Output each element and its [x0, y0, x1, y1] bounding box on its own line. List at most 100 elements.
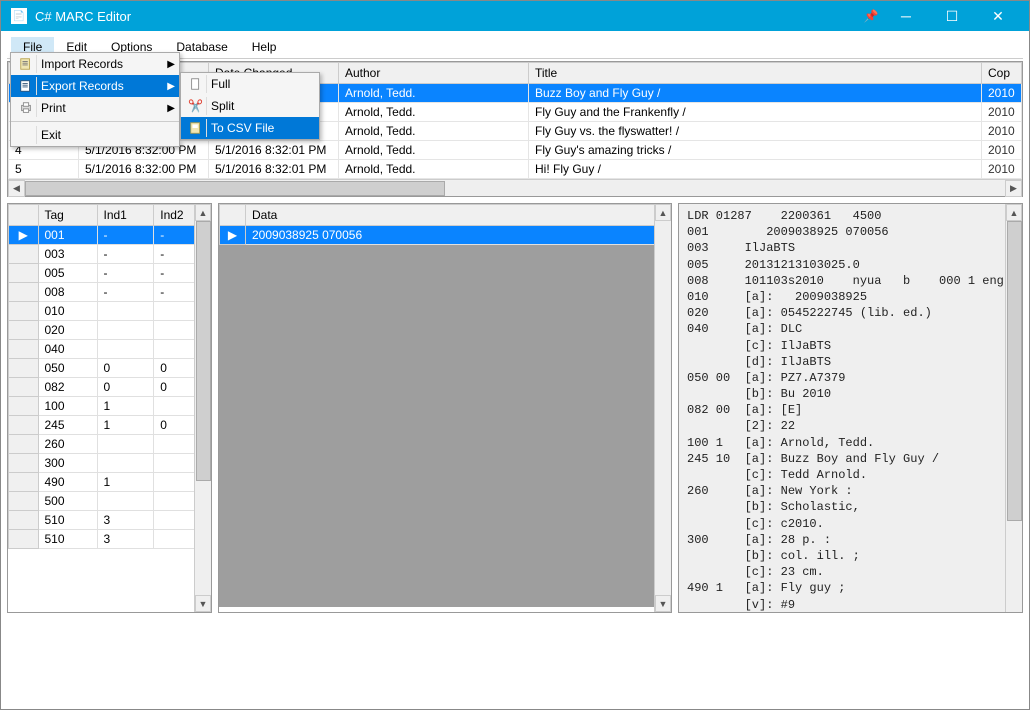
table-cell[interactable]: 005	[38, 264, 97, 283]
scroll-left-icon[interactable]: ◀	[8, 180, 25, 197]
table-cell[interactable]: Fly Guy vs. the flyswatter! /	[529, 122, 982, 141]
table-cell[interactable]: 1	[97, 397, 154, 416]
col-tag[interactable]: Tag	[38, 205, 97, 226]
table-cell[interactable]: 003	[38, 245, 97, 264]
table-cell[interactable]: 040	[38, 340, 97, 359]
table-cell[interactable]: 082	[38, 378, 97, 397]
table-cell[interactable]: -	[97, 226, 154, 245]
data-row[interactable]: ▶ 2009038925 070056	[220, 226, 671, 245]
table-row[interactable]: 010	[9, 302, 211, 321]
table-cell[interactable]: 2010	[982, 160, 1022, 179]
table-cell[interactable]: 1	[97, 473, 154, 492]
table-row[interactable]: ▶001--	[9, 226, 211, 245]
table-cell[interactable]	[97, 435, 154, 454]
scroll-track[interactable]	[25, 181, 1005, 196]
table-cell[interactable]: 010	[38, 302, 97, 321]
table-cell[interactable]: 0	[97, 378, 154, 397]
menu-import-records[interactable]: Import Records ▶	[11, 53, 179, 75]
scroll-down-icon[interactable]: ▼	[195, 595, 211, 612]
table-cell[interactable]: Arnold, Tedd.	[339, 160, 529, 179]
table-cell[interactable]: 300	[38, 454, 97, 473]
col-data[interactable]: Data	[246, 205, 671, 226]
table-cell[interactable]: Hi! Fly Guy /	[529, 160, 982, 179]
tags-table[interactable]: Tag Ind1 Ind2 ▶001--003--005--008--01002…	[8, 204, 211, 549]
table-cell[interactable]: Fly Guy and the Frankenfly /	[529, 103, 982, 122]
table-cell[interactable]: Arnold, Tedd.	[339, 141, 529, 160]
scroll-up-icon[interactable]: ▲	[655, 204, 671, 221]
table-cell[interactable]: -	[97, 264, 154, 283]
table-cell[interactable]: 1	[97, 416, 154, 435]
table-row[interactable]: 040	[9, 340, 211, 359]
table-row[interactable]: 005--	[9, 264, 211, 283]
table-cell[interactable]: 3	[97, 530, 154, 549]
table-cell[interactable]: Arnold, Tedd.	[339, 103, 529, 122]
table-cell[interactable]: 2010	[982, 141, 1022, 160]
table-cell[interactable]: 2010	[982, 122, 1022, 141]
table-cell[interactable]: Arnold, Tedd.	[339, 84, 529, 103]
table-row[interactable]: 008--	[9, 283, 211, 302]
data-table[interactable]: Data ▶ 2009038925 070056	[219, 204, 671, 245]
table-cell[interactable]	[97, 340, 154, 359]
table-row[interactable]: 08200	[9, 378, 211, 397]
close-button[interactable]: ✕	[975, 1, 1021, 31]
table-cell[interactable]: 5	[9, 160, 79, 179]
table-cell[interactable]: -	[97, 283, 154, 302]
table-cell[interactable]: 260	[38, 435, 97, 454]
marc-vscroll[interactable]: ▲ ▼	[1005, 204, 1022, 612]
table-row[interactable]: 003--	[9, 245, 211, 264]
scroll-right-icon[interactable]: ▶	[1005, 180, 1022, 197]
table-cell[interactable]: 2010	[982, 84, 1022, 103]
export-to-csv[interactable]: To CSV File	[181, 117, 319, 139]
table-cell[interactable]: Buzz Boy and Fly Guy /	[529, 84, 982, 103]
table-row[interactable]: 5103	[9, 530, 211, 549]
table-cell[interactable]: Arnold, Tedd.	[339, 122, 529, 141]
table-cell[interactable]: 100	[38, 397, 97, 416]
table-cell[interactable]: 500	[38, 492, 97, 511]
scroll-track[interactable]	[195, 221, 211, 595]
table-row[interactable]: 1001	[9, 397, 211, 416]
scroll-thumb[interactable]	[1007, 221, 1022, 521]
menu-export-records[interactable]: Export Records ▶	[11, 75, 179, 97]
table-cell[interactable]	[97, 321, 154, 340]
scroll-thumb[interactable]	[25, 181, 445, 196]
pin-icon[interactable]: 📌	[859, 9, 883, 23]
scroll-thumb[interactable]	[196, 221, 211, 481]
table-row[interactable]: 24510	[9, 416, 211, 435]
table-row[interactable]: 500	[9, 492, 211, 511]
table-cell[interactable]: 2010	[982, 103, 1022, 122]
table-cell[interactable]: -	[97, 245, 154, 264]
tags-vscroll[interactable]: ▲ ▼	[194, 204, 211, 612]
table-cell[interactable]: 245	[38, 416, 97, 435]
table-row[interactable]: 300	[9, 454, 211, 473]
table-row[interactable]: 5103	[9, 511, 211, 530]
col-title[interactable]: Title	[529, 63, 982, 84]
table-cell[interactable]: 5/1/2016 8:32:01 PM	[209, 160, 339, 179]
minimize-button[interactable]: ─	[883, 1, 929, 31]
menu-help[interactable]: Help	[240, 37, 289, 57]
table-row[interactable]: 4901	[9, 473, 211, 492]
col-cop[interactable]: Cop	[982, 63, 1022, 84]
export-split[interactable]: ✂️ Split	[181, 95, 319, 117]
table-cell[interactable]	[97, 454, 154, 473]
table-cell[interactable]: 008	[38, 283, 97, 302]
menu-print[interactable]: Print ▶	[11, 97, 179, 119]
table-cell[interactable]	[97, 492, 154, 511]
scroll-up-icon[interactable]: ▲	[195, 204, 211, 221]
scroll-up-icon[interactable]: ▲	[1006, 204, 1022, 221]
table-cell[interactable]: 490	[38, 473, 97, 492]
maximize-button[interactable]: ☐	[929, 1, 975, 31]
table-cell[interactable]: 5/1/2016 8:32:01 PM	[209, 141, 339, 160]
table-cell[interactable]: Fly Guy's amazing tricks /	[529, 141, 982, 160]
table-row[interactable]: 05000	[9, 359, 211, 378]
table-row[interactable]: 55/1/2016 8:32:00 PM5/1/2016 8:32:01 PMA…	[9, 160, 1022, 179]
scroll-track[interactable]	[1006, 221, 1022, 612]
data-vscroll[interactable]: ▲ ▼	[654, 204, 671, 612]
col-author[interactable]: Author	[339, 63, 529, 84]
table-row[interactable]: 020	[9, 321, 211, 340]
menu-exit[interactable]: Exit	[11, 124, 179, 146]
scroll-track[interactable]	[655, 221, 671, 595]
table-cell[interactable]	[97, 302, 154, 321]
table-cell[interactable]: 510	[38, 511, 97, 530]
col-ind1[interactable]: Ind1	[97, 205, 154, 226]
scroll-down-icon[interactable]: ▼	[655, 595, 671, 612]
